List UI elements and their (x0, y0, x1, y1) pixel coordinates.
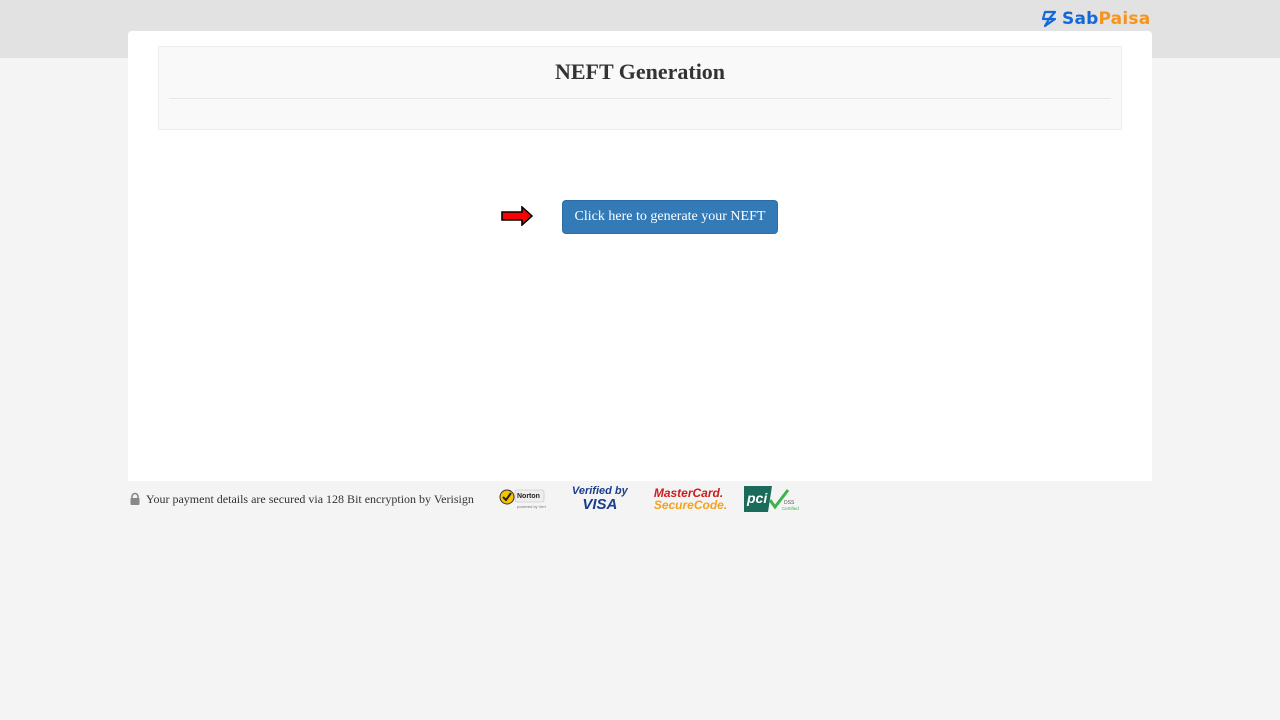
svg-text:powered by VeriSign: powered by VeriSign (517, 504, 546, 509)
mastercard-line2: SecureCode. (653, 498, 728, 512)
norton-secured-icon: Norton powered by VeriSign (499, 489, 546, 509)
lock-icon (130, 492, 140, 505)
page-title: NEFT Generation (554, 59, 726, 84)
generate-neft-button[interactable]: Click here to generate your NEFT (562, 200, 778, 234)
logo-text-paisa: Paisa (1098, 9, 1151, 29)
sabpaisa-logo-icon (1041, 10, 1057, 28)
security-text: Your payment details are secured via 128… (146, 491, 474, 506)
svg-text:Norton: Norton (517, 493, 540, 500)
title-divider (169, 98, 1111, 99)
main-card: NEFT Generation Click here to generate y… (128, 31, 1152, 481)
logo-text-sab: Sab (1062, 9, 1099, 29)
red-arrow-right-icon (501, 206, 533, 226)
verified-by-visa-badge: Verified by VISA (572, 486, 628, 513)
title-panel: NEFT Generation (158, 46, 1122, 130)
sabpaisa-logo: SabPaisa (1041, 8, 1150, 30)
svg-text:pci: pci (746, 490, 768, 506)
svg-text:Certified: Certified (782, 506, 799, 511)
mastercard-securecode-badge: MasterCard. SecureCode. (653, 487, 728, 512)
pci-dss-icon: pci DSS Certified (743, 486, 799, 512)
pci-dss-badge: pci DSS Certified (742, 484, 802, 514)
norton-badge: Norton powered by VeriSign (498, 487, 546, 511)
visa-badge-line2: VISA (582, 496, 618, 513)
security-footer: Your payment details are secured via 128… (128, 486, 828, 512)
